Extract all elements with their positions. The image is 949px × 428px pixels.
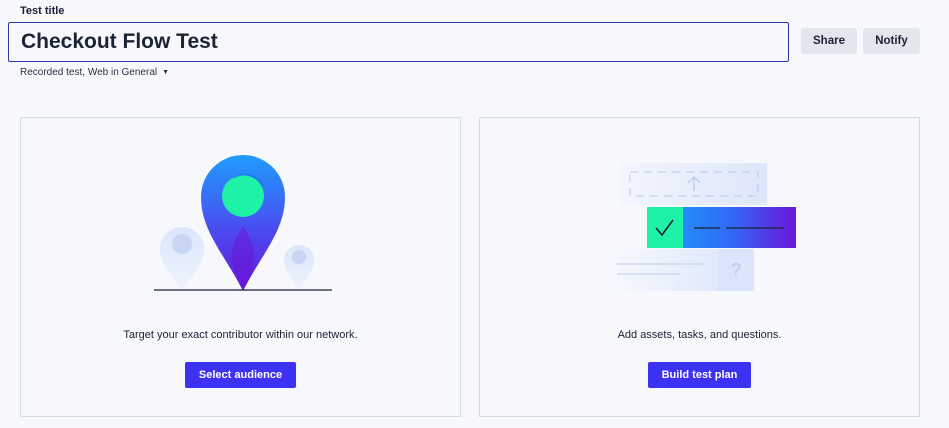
share-button[interactable]: Share (801, 28, 857, 54)
test-plan-illustration: ? (606, 163, 796, 291)
build-test-plan-button[interactable]: Build test plan (648, 362, 751, 388)
task-row-icon (647, 207, 796, 248)
upload-row-icon (621, 163, 767, 205)
notify-button[interactable]: Notify (863, 28, 920, 54)
select-audience-button[interactable]: Select audience (185, 362, 296, 388)
caret-down-icon: ▼ (162, 69, 170, 76)
test-title-label: Test title (20, 5, 65, 17)
svg-text:?: ? (731, 260, 741, 280)
main-pin-icon (201, 155, 285, 291)
audience-card: Target your exact contributor within our… (20, 117, 461, 417)
small-pin-right-icon (284, 245, 314, 290)
audience-description: Target your exact contributor within our… (123, 329, 358, 341)
question-row-icon: ? (606, 249, 754, 291)
test-plan-card: ? Add assets, tasks, and questions. Buil… (479, 117, 920, 417)
test-setup-page: Test title Share Notify Recorded test, W… (0, 0, 949, 428)
location-pins-illustration (154, 155, 332, 291)
test-type-dropdown[interactable]: Recorded test, Web in General ▼ (20, 67, 169, 78)
small-pin-left-icon (160, 227, 204, 291)
test-title-input[interactable] (8, 22, 789, 62)
test-type-text: Recorded test, Web in General (20, 67, 158, 78)
test-plan-description: Add assets, tasks, and questions. (617, 329, 782, 341)
